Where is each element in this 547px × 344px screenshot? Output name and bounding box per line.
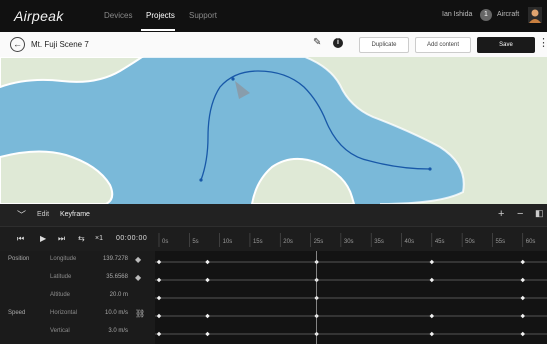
collapse-chevron-icon[interactable]: ﹀ xyxy=(17,208,26,221)
keyframe-diamond[interactable] xyxy=(156,259,162,265)
account-name[interactable]: Ian Ishida xyxy=(442,11,472,18)
diamond-icon[interactable]: ◆ xyxy=(135,273,141,282)
diamond-icon[interactable]: ◆ xyxy=(135,255,141,264)
ruler-tick-label: 45s xyxy=(435,239,445,245)
keyframe-diamond[interactable] xyxy=(429,331,435,337)
add-content-button[interactable]: Add content xyxy=(415,37,471,53)
keyframe-diamond[interactable] xyxy=(156,295,162,301)
duplicate-button[interactable]: Duplicate xyxy=(359,37,409,53)
keyframe-diamond[interactable] xyxy=(205,331,210,337)
parameter-name: Altitude xyxy=(50,292,71,298)
keyframe-diamond[interactable] xyxy=(520,295,526,301)
ruler-tick-label: 30s xyxy=(344,239,354,245)
keyframe-diamond[interactable] xyxy=(156,277,162,283)
parameter-name: Longitude xyxy=(50,256,77,262)
keyframe-diamond[interactable] xyxy=(429,277,435,283)
parameter-value: 20.0 m xyxy=(109,292,128,298)
ruler-tick-label: 60s xyxy=(526,239,536,245)
timeline-header: ﹀ Edit Keyframe + − ◧ xyxy=(0,204,547,227)
timecode: 00:00:00 xyxy=(116,235,148,242)
flight-map[interactable] xyxy=(0,57,547,204)
keyframe-diamond[interactable] xyxy=(205,313,210,319)
play-icon[interactable]: ▶ xyxy=(40,234,46,243)
nav-support[interactable]: Support xyxy=(189,11,217,20)
keyframe-tab[interactable]: Keyframe xyxy=(60,211,90,218)
ruler-tick-label: 0s xyxy=(162,239,168,245)
app-logo[interactable]: Airpeak xyxy=(14,8,64,24)
parameter-row[interactable]: Latitude 35.6568 ◆ xyxy=(0,269,155,287)
top-nav-bar: Airpeak Devices Projects Support Ian Ish… xyxy=(0,0,547,32)
project-title: Mt. Fuji Scene 7 xyxy=(31,40,89,49)
parameter-row[interactable]: Altitude 20.0 m xyxy=(0,287,155,305)
keyframe-tracks[interactable] xyxy=(155,251,547,344)
parameter-row[interactable]: Position Longitude 139.7278 ◆ xyxy=(0,251,155,269)
zoom-in-icon[interactable]: + xyxy=(498,208,504,220)
path-end-point[interactable] xyxy=(428,167,432,171)
keyframe-diamond[interactable] xyxy=(205,259,210,265)
keyframe-diamond[interactable] xyxy=(520,277,526,283)
parameter-group-label: Position xyxy=(8,256,30,262)
ruler-tick-label: 10s xyxy=(223,239,233,245)
path-start-point[interactable] xyxy=(199,178,203,182)
parameter-name: Horizontal xyxy=(50,310,78,316)
keyframe-diamond[interactable] xyxy=(520,331,526,337)
ruler-tick-label: 55s xyxy=(495,239,505,245)
active-nav-indicator xyxy=(141,29,175,31)
keyframe-diamond[interactable] xyxy=(520,313,526,319)
keyframe-diamond[interactable] xyxy=(156,331,162,337)
parameter-value: 3.0 m/s xyxy=(108,328,128,334)
skip-start-icon[interactable]: ⏮ xyxy=(17,234,24,244)
keyframe-diamond[interactable] xyxy=(520,259,526,265)
info-icon[interactable]: i xyxy=(333,38,343,48)
avatar[interactable] xyxy=(528,7,542,23)
timeline-ruler[interactable]: 0s 5s 10s 15s 20s 25s 30s 35s 40s 45s 50s 55s 60s xyxy=(155,227,547,251)
project-title-bar: ← Mt. Fuji Scene 7 ✎ i Duplicate Add con… xyxy=(0,32,547,57)
speed-multiplier[interactable]: ×1 xyxy=(95,235,103,242)
parameter-value: 139.7278 xyxy=(102,256,128,262)
fit-view-icon[interactable]: ◧ xyxy=(535,208,544,219)
skip-end-icon[interactable]: ⏭ xyxy=(58,234,65,244)
parameter-row[interactable]: Speed Horizontal 10.0 m/s ⛓ xyxy=(0,305,155,323)
path-waypoint[interactable] xyxy=(231,77,235,81)
org-name[interactable]: Aircraft xyxy=(497,11,519,18)
ruler-tick-label: 5s xyxy=(192,239,198,245)
parameter-value: 35.6568 xyxy=(106,274,128,280)
save-button[interactable]: Save xyxy=(477,37,535,53)
ruler-tick-label: 50s xyxy=(465,239,475,245)
parameter-list: Position Longitude 139.7278 ◆ Latitude 35.656… xyxy=(0,251,155,344)
ruler-tick-label: 25s xyxy=(314,239,324,245)
edit-pencil-icon[interactable]: ✎ xyxy=(313,37,321,48)
keyframe-diamond[interactable] xyxy=(156,313,162,319)
ruler-tick-label: 20s xyxy=(283,239,293,245)
notification-badge[interactable]: 1 xyxy=(480,9,492,21)
keyframe-diamond[interactable] xyxy=(429,313,435,319)
keyframe-diamond[interactable] xyxy=(205,277,210,283)
zoom-out-icon[interactable]: − xyxy=(517,208,523,220)
parameter-name: Latitude xyxy=(50,274,72,280)
keyframe-diamond[interactable] xyxy=(429,259,435,265)
edit-tab[interactable]: Edit xyxy=(37,211,49,218)
ruler-tick-label: 40s xyxy=(405,239,415,245)
nav-projects[interactable]: Projects xyxy=(146,11,175,20)
back-arrow-icon[interactable]: ← xyxy=(10,37,25,52)
loop-icon[interactable]: ⇆ xyxy=(78,234,85,243)
ruler-tick-label: 35s xyxy=(374,239,384,245)
parameter-value: 10.0 m/s xyxy=(104,310,128,316)
parameter-row[interactable]: Vertical 3.0 m/s xyxy=(0,323,155,341)
more-options-icon[interactable]: ⋮ xyxy=(538,36,547,49)
link-icon[interactable]: ⛓ xyxy=(135,309,145,318)
parameter-group-label: Speed xyxy=(8,310,26,316)
ruler-tick-label: 15s xyxy=(253,239,263,245)
parameter-name: Vertical xyxy=(50,328,70,334)
nav-devices[interactable]: Devices xyxy=(104,11,132,20)
